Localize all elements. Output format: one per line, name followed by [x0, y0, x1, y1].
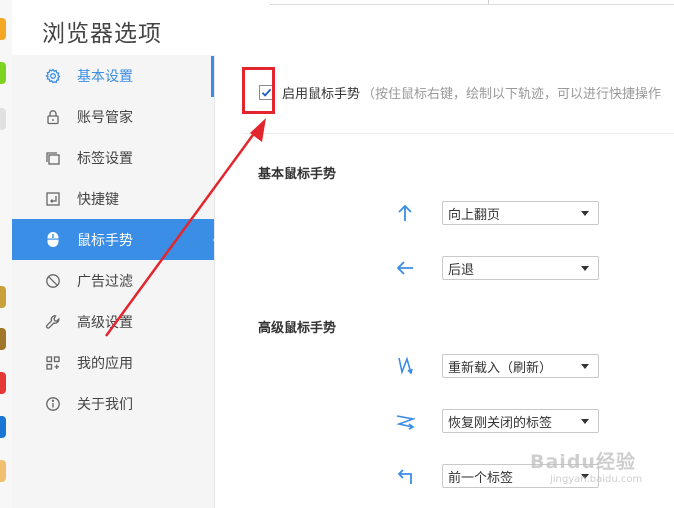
watermark-text: Baidu经验 — [530, 451, 636, 473]
annotation-arrow-icon — [104, 118, 266, 337]
watermark-sub: jingyan.baidu.com — [550, 474, 643, 485]
watermark-logo: Baidu经验 jingyan.baidu.com — [530, 447, 642, 485]
